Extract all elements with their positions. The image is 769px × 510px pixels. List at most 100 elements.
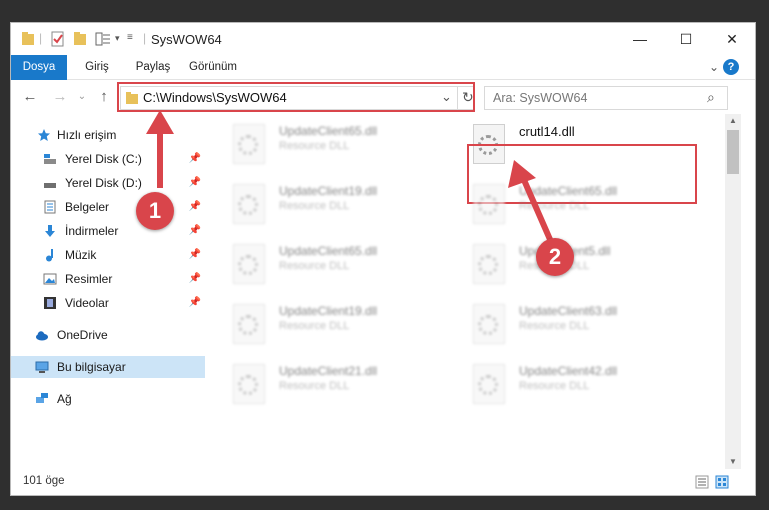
pin-icon[interactable]: 📌 [189, 244, 201, 266]
nav-quick-access[interactable]: Hızlı erişim [11, 124, 205, 146]
help-icon[interactable]: ? [723, 59, 739, 75]
film-icon [44, 297, 56, 309]
address-row: ← → ⌄ ↑ C:\Windows\SysWOW64 ⌄ ↻ Ara: Sys… [11, 80, 755, 114]
ribbon-expand-icon[interactable]: ⌄ [707, 55, 721, 79]
file-description: Resource DLL [519, 380, 590, 392]
pin-icon[interactable]: 📌 [189, 172, 201, 194]
pin-icon[interactable]: 📌 [189, 196, 201, 218]
nav-item-documents[interactable]: Belgeler 📌 [11, 196, 205, 218]
file-list: UpdateClient65.dll Resource DLL UpdateCl… [209, 114, 725, 469]
file-item[interactable]: UpdateClient63.dll Resource DLL [455, 298, 675, 350]
nav-item-music[interactable]: Müzik 📌 [11, 244, 205, 266]
up-button[interactable]: ↑ [95, 88, 113, 106]
back-button[interactable]: ← [21, 88, 39, 106]
details-view-icon[interactable] [695, 475, 709, 489]
status-bar: 101 öge [11, 469, 755, 495]
properties-icon[interactable] [51, 31, 65, 47]
nav-label: Hızlı erişim [57, 128, 117, 142]
dll-file-icon [473, 244, 505, 284]
nav-label: Bu bilgisayar [57, 360, 126, 374]
separator: | [143, 31, 147, 45]
network-icon [36, 393, 48, 403]
explorer-window: | ▾ ≡ | SysWOW64 — ☐ ✕ Dosya Giriş Payla… [10, 22, 756, 496]
vertical-scrollbar[interactable]: ▲ ▼ [725, 114, 741, 469]
nav-label: Yerel Disk (D:) [65, 176, 142, 190]
nav-label: İndirmeler [65, 224, 119, 238]
file-description: Resource DLL [279, 320, 350, 332]
search-box[interactable]: Ara: SysWOW64 ⌕ [484, 86, 728, 110]
search-input[interactable]: Ara: SysWOW64 [493, 91, 587, 105]
ribbon: Dosya Giriş Paylaş Görünüm ⌄ ? [11, 55, 755, 107]
nav-item-videos[interactable]: Videolar 📌 [11, 292, 205, 314]
nav-label: Ağ [57, 392, 72, 406]
refresh-icon[interactable]: ↻ [462, 89, 474, 106]
dll-file-icon [233, 364, 265, 404]
scroll-thumb[interactable] [727, 130, 739, 174]
customize-toolbar-dropdown-icon[interactable]: ▾ [115, 33, 120, 49]
dll-file-icon [473, 304, 505, 344]
file-item[interactable]: UpdateClient21.dll Resource DLL [215, 358, 435, 410]
folder-icon [22, 32, 34, 45]
file-item[interactable]: UpdateClient65.dll Resource DLL [215, 238, 435, 290]
address-bar[interactable]: C:\Windows\SysWOW64 ⌄ ↻ [120, 86, 474, 110]
pin-icon[interactable]: 📌 [189, 292, 201, 314]
address-path[interactable]: C:\Windows\SysWOW64 [143, 90, 287, 105]
tab-home[interactable]: Giriş [77, 55, 117, 79]
address-dropdown-icon[interactable]: ⌄ [441, 89, 452, 105]
pin-icon[interactable]: 📌 [189, 148, 201, 170]
window-title: SysWOW64 [151, 32, 222, 47]
file-item[interactable]: UpdateClient42.dll Resource DLL [455, 358, 675, 410]
minimize-button[interactable]: — [617, 23, 663, 55]
tab-share[interactable]: Paylaş [129, 55, 177, 79]
nav-label: Videolar [65, 296, 109, 310]
nav-network[interactable]: Ağ [11, 388, 205, 410]
documents-icon [44, 200, 56, 214]
file-name: UpdateClient65.dll [519, 184, 618, 198]
title-bar: | ▾ ≡ | SysWOW64 — ☐ ✕ [11, 23, 755, 55]
pin-icon[interactable]: 📌 [189, 268, 201, 290]
toolbar-overflow-icon[interactable]: ≡ [127, 32, 133, 48]
nav-onedrive[interactable]: OneDrive [11, 324, 205, 346]
dll-file-icon [473, 184, 505, 224]
file-description: Resource DLL [279, 380, 350, 392]
dll-file-icon [233, 184, 265, 224]
navigation-pane: Hızlı erişim Yerel Disk (C:) 📌 Yerel Dis… [11, 114, 209, 469]
nav-item-local-disk-d[interactable]: Yerel Disk (D:) 📌 [11, 172, 205, 194]
file-description: Resource DLL [519, 200, 590, 212]
nav-item-pictures[interactable]: Resimler 📌 [11, 268, 205, 290]
file-name: UpdateClient19.dll [279, 304, 378, 318]
star-icon [38, 129, 50, 141]
tab-view[interactable]: Görünüm [185, 55, 241, 79]
large-icons-view-icon[interactable] [715, 475, 729, 489]
scroll-up-icon[interactable]: ▲ [725, 114, 741, 128]
nav-label: Yerel Disk (C:) [65, 152, 142, 166]
nav-this-pc[interactable]: Bu bilgisayar [11, 356, 205, 378]
file-item[interactable]: UpdateClient65.dll Resource DLL [215, 118, 435, 170]
file-description: Resource DLL [279, 200, 350, 212]
search-icon[interactable]: ⌕ [707, 89, 715, 106]
dll-file-icon [473, 124, 505, 164]
nav-label: Resimler [65, 272, 113, 286]
nav-item-local-disk-c[interactable]: Yerel Disk (C:) 📌 [11, 148, 205, 170]
nav-label: OneDrive [57, 328, 108, 342]
file-name: UpdateClient21.dll [279, 364, 378, 378]
dll-file-icon [473, 364, 505, 404]
nav-label: Müzik [65, 248, 97, 262]
forward-button[interactable]: → [51, 88, 69, 106]
item-count: 101 öge [23, 475, 65, 487]
dll-file-icon [233, 304, 265, 344]
nav-item-downloads[interactable]: İndirmeler 📌 [11, 220, 205, 242]
file-item[interactable]: UpdateClient19.dll Resource DLL [215, 298, 435, 350]
view-options-icon[interactable] [95, 31, 111, 47]
maximize-button[interactable]: ☐ [663, 23, 709, 55]
close-button[interactable]: ✕ [709, 23, 755, 55]
pin-icon[interactable]: 📌 [189, 220, 201, 242]
new-folder-icon[interactable] [73, 31, 87, 47]
file-item-crutl14[interactable]: crutl14.dll [455, 118, 675, 170]
cloud-icon [36, 331, 48, 341]
dll-file-icon [233, 124, 265, 164]
recent-locations-icon[interactable]: ⌄ [73, 88, 91, 106]
file-item[interactable]: UpdateClient65.dll Resource DLL [455, 178, 675, 230]
scroll-down-icon[interactable]: ▼ [725, 455, 741, 469]
file-item[interactable]: UpdateClient19.dll Resource DLL [215, 178, 435, 230]
